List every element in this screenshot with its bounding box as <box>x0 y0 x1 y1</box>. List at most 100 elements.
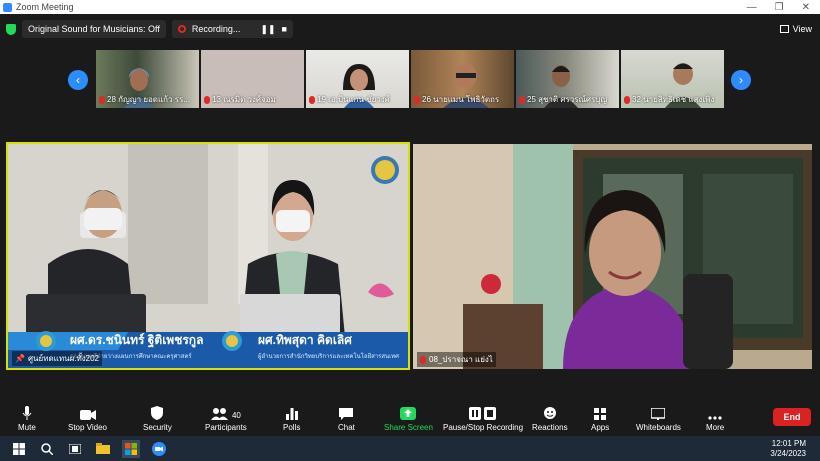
participants-label: Participants <box>205 423 247 432</box>
video-camera-icon <box>79 402 96 420</box>
participant-name: 32 นายสิทธิเดช แสงเพิ่ง <box>632 95 715 104</box>
more-label: More <box>706 423 725 432</box>
mute-label: Mute <box>18 423 36 432</box>
apps-button[interactable]: Apps <box>591 402 609 432</box>
participants-button[interactable]: 40 Participants <box>205 402 247 432</box>
system-clock[interactable]: 12:01 PM 3/24/2023 <box>770 439 806 459</box>
security-shield-icon[interactable] <box>6 23 16 35</box>
polls-button[interactable]: Polls <box>283 402 300 432</box>
pause-stop-recording-button[interactable]: Pause/Stop Recording <box>443 402 523 432</box>
share-screen-icon <box>400 402 417 420</box>
stop-recording-icon[interactable]: ■ <box>282 24 287 34</box>
strip-prev-arrow-icon[interactable]: ‹ <box>68 70 88 90</box>
participant-thumb[interactable]: 32 นายสิทธิเดช แสงเพิ่ง <box>621 50 724 108</box>
whiteboards-button[interactable]: Whiteboards <box>636 402 681 432</box>
chat-label: Chat <box>338 423 355 432</box>
speaker-caption-right-sub: ผู้อำนวยการสำนักวิทยบริการและเทคโนโลยีสา… <box>258 352 399 360</box>
participant-name: 26 นายแมน โพธิวัตถร <box>422 95 500 104</box>
microphone-icon <box>22 402 32 420</box>
chat-icon <box>339 402 354 420</box>
recording-icon <box>177 25 186 33</box>
recording-indicator: Recording... ❚❚ ■ <box>171 20 293 38</box>
close-icon[interactable]: ✕ <box>802 2 810 13</box>
participant-name: 19 เอ.ป้นแกน ขัยวงศ์ <box>317 95 390 104</box>
share-screen-label: Share Screen <box>384 423 433 432</box>
view-label: View <box>792 24 812 34</box>
pause-stop-recording-icon <box>469 402 497 420</box>
pause-stop-recording-label: Pause/Stop Recording <box>443 423 524 432</box>
search-icon[interactable] <box>38 440 56 458</box>
speaker-name-tag: 📌 ศูนย์ทดแทนผ.ทั้ง202 <box>12 351 103 366</box>
maximize-icon[interactable]: ❐ <box>775 2 784 13</box>
participant-video-large[interactable]: 08_ปราจณา แย่งไ <box>413 144 812 369</box>
more-button[interactable]: More <box>706 402 724 432</box>
apps-label: Apps <box>591 423 610 432</box>
original-sound-label: Original Sound for Musicians: Off <box>28 24 160 34</box>
stop-video-button[interactable]: Stop Video <box>68 402 107 432</box>
mic-muted-icon <box>204 95 210 104</box>
mic-muted-icon <box>414 95 420 104</box>
clock-time: 12:01 PM <box>771 438 806 448</box>
more-icon <box>708 402 722 420</box>
end-meeting-button[interactable]: End <box>773 408 811 426</box>
zoom-app-icon[interactable] <box>150 440 168 458</box>
active-speaker-video[interactable]: ผศ.ดร.ชนินทร์ ฐิติเพชรกูล รองคณบดีฝ่ายวา… <box>6 142 410 370</box>
clock-date: 3/24/2023 <box>770 448 806 458</box>
security-button[interactable]: Security <box>143 402 172 432</box>
whiteboards-label: Whiteboards <box>636 423 681 432</box>
window-title: Zoom Meeting <box>16 2 74 12</box>
whiteboard-icon <box>651 402 666 420</box>
participant-thumb[interactable]: 28 กัญญา ยอดแก้ว รร... <box>96 50 199 108</box>
stop-video-label: Stop Video <box>68 423 107 432</box>
shield-icon <box>151 402 164 420</box>
security-label: Security <box>143 423 172 432</box>
reactions-icon <box>543 402 557 420</box>
task-view-icon[interactable] <box>66 440 84 458</box>
windows-start-icon[interactable] <box>10 440 28 458</box>
participant-thumb[interactable]: 19 เอ.ป้นแกน ขัยวงศ์ <box>306 50 409 108</box>
participant-name: 25 สุชาติ ศรวรณ์ศรบุญ <box>527 95 608 104</box>
participants-count: 40 <box>231 411 241 420</box>
view-button[interactable]: View <box>779 24 812 34</box>
pause-recording-icon[interactable]: ❚❚ <box>260 24 275 35</box>
original-sound-button[interactable]: Original Sound for Musicians: Off <box>22 20 166 38</box>
windows-taskbar: 12:01 PM 3/24/2023 <box>0 436 820 461</box>
participants-icon: 40 <box>210 402 241 420</box>
polls-icon <box>285 402 298 420</box>
meeting-stage: Original Sound for Musicians: Off Record… <box>0 14 820 400</box>
zoom-logo-icon <box>3 2 12 12</box>
file-explorer-icon[interactable] <box>94 440 112 458</box>
participant-thumb[interactable]: 13 ณรมิต วงศ์จอม <box>201 50 304 108</box>
mic-muted-icon <box>519 95 525 104</box>
mute-button[interactable]: Mute <box>18 402 36 432</box>
window-titlebar: Zoom Meeting — ❐ ✕ <box>0 0 820 14</box>
reactions-button[interactable]: Reactions <box>532 402 568 432</box>
mic-muted-icon <box>624 95 630 104</box>
speaker-name: ศูนย์ทดแทนผ.ทั้ง202 <box>27 354 100 363</box>
share-screen-button[interactable]: Share Screen <box>384 402 433 432</box>
meeting-topbar: Original Sound for Musicians: Off Record… <box>0 18 820 40</box>
speaker-caption-left: ผศ.ดร.ชนินทร์ ฐิติเพชรกูล <box>70 333 203 348</box>
mic-muted-icon <box>99 95 105 104</box>
minimize-icon[interactable]: — <box>747 2 757 13</box>
participant-thumb[interactable]: 26 นายแมน โพธิวัตถร <box>411 50 514 108</box>
participant-thumb[interactable]: 25 สุชาติ ศรวรณ์ศรบุญ <box>516 50 619 108</box>
pin-icon: 📌 <box>15 354 25 363</box>
meeting-toolbar: Mute Stop Video Security 40 Participants… <box>0 400 820 436</box>
chat-button[interactable]: Chat <box>338 402 355 432</box>
polls-label: Polls <box>283 423 301 432</box>
view-grid-icon <box>779 25 789 33</box>
participant-name-tag: 08_ปราจณา แย่งไ <box>417 352 496 367</box>
mic-muted-icon <box>309 95 315 104</box>
strip-next-arrow-icon[interactable]: › <box>731 70 751 90</box>
store-icon[interactable] <box>122 439 140 458</box>
participant-name: 28 กัญญา ยอดแก้ว รร... <box>107 95 190 104</box>
participant-name: 13 ณรมิต วงศ์จอม <box>212 95 276 104</box>
speaker-caption-right: ผศ.ทิพสุดา คิดเลิศ <box>258 333 352 348</box>
mic-muted-icon <box>420 355 426 364</box>
speaker-video-scene: ผศ.ดร.ชนินทร์ ฐิติเพชรกูล รองคณบดีฝ่ายวา… <box>8 144 408 368</box>
reactions-label: Reactions <box>532 423 568 432</box>
participants-strip: 28 กัญญา ยอดแก้ว รร... 13 ณรมิต วงศ์จอม … <box>96 50 724 108</box>
window-controls: — ❐ ✕ <box>747 2 810 13</box>
recording-label: Recording... <box>191 24 241 34</box>
